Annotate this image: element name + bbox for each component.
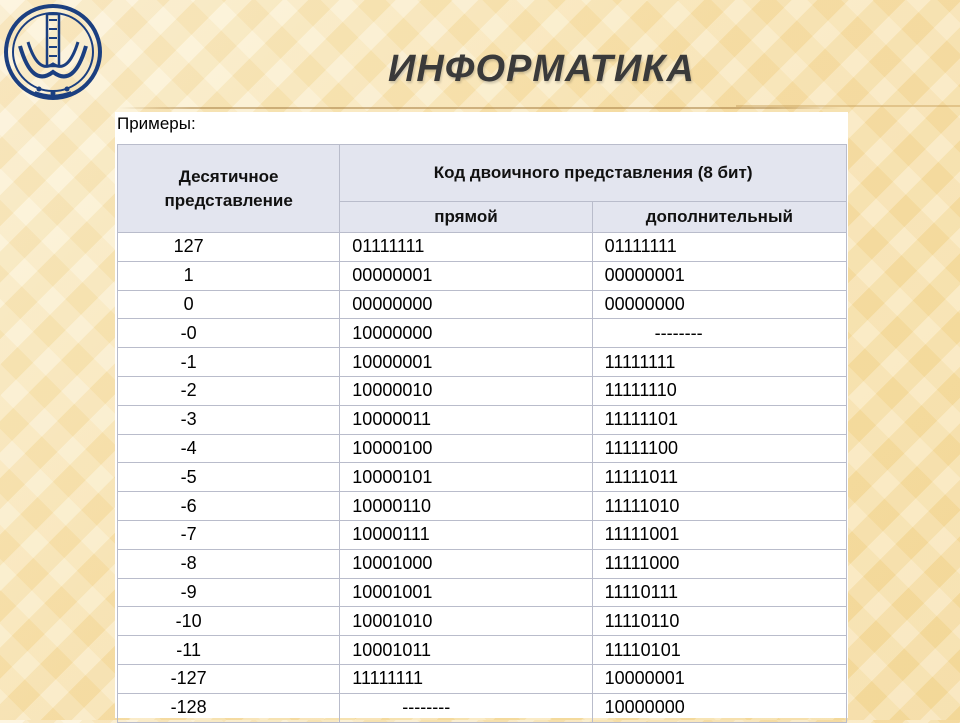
additional-code-cell: 11110101: [591, 635, 848, 665]
additional-code-cell: 11110110: [591, 606, 848, 637]
table-row: -0 10000000 --------: [116, 318, 848, 349]
additional-code-cell: 00000001: [591, 260, 848, 291]
decimal-cell: -8: [116, 548, 341, 579]
decimal-cell: -6: [116, 491, 341, 521]
direct-code-cell: 10000110: [339, 491, 593, 521]
direct-code-cell: 00000000: [339, 289, 593, 320]
decimal-cell: 0: [116, 289, 341, 320]
decimal-cell: -127: [116, 663, 341, 694]
table-row: 127 01111111 01111111: [116, 232, 848, 262]
table-row: -9 10001001 11110111: [116, 577, 848, 608]
table-row: -4 10000100 11111100: [116, 433, 848, 464]
direct-code-cell: 00000001: [339, 260, 593, 291]
additional-code-cell: 11110111: [591, 577, 848, 608]
table-row: -127 11111111 10000001: [116, 663, 848, 694]
additional-code-cell: 11111101: [591, 404, 848, 435]
table-row: -10 10001010 11110110: [116, 606, 848, 637]
decimal-cell: -0: [116, 318, 341, 349]
title-divider-accent: [736, 105, 960, 107]
table-row: -2 10000010 11111110: [116, 375, 848, 406]
additional-code-cell: 11111001: [591, 519, 848, 550]
header-decimal: Десятичное представление: [116, 144, 341, 233]
decimal-cell: 1: [116, 260, 341, 291]
direct-code-cell: 01111111: [339, 232, 593, 262]
table-row: -3 10000011 11111101: [116, 404, 848, 435]
decimal-cell: -10: [116, 606, 341, 637]
title-divider: [118, 107, 842, 109]
decimal-cell: 127: [116, 232, 341, 262]
direct-code-cell: 10001000: [339, 548, 593, 579]
additional-code-cell: 11111111: [591, 347, 848, 377]
additional-code-cell: 01111111: [591, 232, 848, 262]
examples-panel: Примеры: Десятичное представление Код дв…: [115, 112, 848, 723]
direct-code-cell: --------: [339, 692, 593, 723]
table-row: -1 10000001 11111111: [116, 347, 848, 377]
additional-code-cell: 11111010: [591, 491, 848, 521]
direct-code-cell: 10000111: [339, 519, 593, 550]
decimal-cell: -5: [116, 462, 341, 493]
table-row: -128 -------- 10000000: [116, 692, 848, 723]
table-row: -11 10001011 11110101: [116, 635, 848, 665]
decimal-cell: -128: [116, 692, 341, 723]
decimal-cell: -3: [116, 404, 341, 435]
table-row: 1 00000001 00000001: [116, 260, 848, 291]
additional-code-cell: 11111000: [591, 548, 848, 579]
additional-code-cell: 00000000: [591, 289, 848, 320]
direct-code-cell: 10000000: [339, 318, 593, 349]
header-direct: прямой: [339, 201, 593, 233]
decimal-cell: -2: [116, 375, 341, 406]
table-row: -6 10000110 11111010: [116, 491, 848, 521]
table-row: -5 10000101 11111011: [116, 462, 848, 493]
decimal-cell: -11: [116, 635, 341, 665]
decimal-cell: -9: [116, 577, 341, 608]
binary-code-table: Десятичное представление Код двоичного п…: [116, 144, 848, 723]
university-emblem-icon: [4, 4, 102, 100]
table-body: 127 01111111 01111111 1 00000001 00000001 0 000…: [116, 232, 848, 723]
direct-code-cell: 10001001: [339, 577, 593, 608]
direct-code-cell: 10000001: [339, 347, 593, 377]
additional-code-cell: 11111100: [591, 433, 848, 464]
table-row: 0 00000000 00000000: [116, 289, 848, 320]
table-row: -8 10001000 11111000: [116, 548, 848, 579]
direct-code-cell: 10001011: [339, 635, 593, 665]
examples-caption: Примеры:: [117, 114, 196, 133]
decimal-cell: -1: [116, 347, 341, 377]
direct-code-cell: 10001010: [339, 606, 593, 637]
direct-code-cell: 10000011: [339, 404, 593, 435]
direct-code-cell: 10000010: [339, 375, 593, 406]
decimal-cell: -7: [116, 519, 341, 550]
additional-code-cell: 10000001: [591, 663, 848, 694]
direct-code-cell: 10000101: [339, 462, 593, 493]
additional-code-cell: 11111011: [591, 462, 848, 493]
decimal-cell: -4: [116, 433, 341, 464]
direct-code-cell: 10000100: [339, 433, 593, 464]
header-additional: дополнительный: [591, 201, 848, 233]
page-title: ИНФОРМАТИКА: [388, 48, 695, 90]
table-row: -7 10000111 11111001: [116, 519, 848, 550]
additional-code-cell: 10000000: [591, 692, 848, 723]
header-binary-group: Код двоичного представления (8 бит): [339, 144, 847, 202]
additional-code-cell: 11111110: [591, 375, 848, 406]
additional-code-cell: --------: [591, 318, 848, 349]
direct-code-cell: 11111111: [339, 663, 593, 694]
